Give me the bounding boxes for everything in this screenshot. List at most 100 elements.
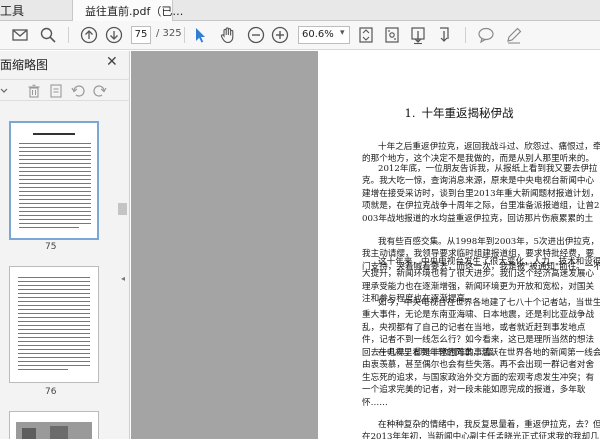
body-paragraph: 2012年底，一位朋友告诉我，从报纸上看到我又要去伊拉克。我大吃一惊，查询消息来…: [362, 164, 600, 224]
thumbnail-text-line: [19, 211, 91, 212]
extract-page-icon[interactable]: [408, 25, 428, 45]
email-icon[interactable]: [10, 25, 30, 45]
page-thumbnail-75[interactable]: [9, 121, 99, 240]
extract-page-icon[interactable]: [434, 25, 454, 45]
fit-page-icon[interactable]: [356, 25, 376, 45]
thumbnail-photo: [50, 426, 68, 439]
body-paragraph: 在种种复杂的情绪中，我反复思量着，重返伊拉克，去？但在2013年年初，当新闻中心…: [362, 420, 600, 439]
rotate-left-icon[interactable]: [70, 83, 86, 99]
document-page: 1. 十年重返揭秘伊战 十年之后重返伊拉克，返回我战斗过、欣怨过、痛恨过，牵的那个…: [318, 51, 600, 439]
chapter-number: 1.: [404, 106, 416, 120]
close-icon[interactable]: ✕: [106, 54, 118, 70]
thumbnail-text-line: [18, 301, 90, 302]
thumbnail-text-line: [19, 171, 91, 172]
thumbnail-text-line: [19, 151, 91, 152]
thumbnail-text-line: [19, 227, 79, 228]
thumbnail-text-line: [18, 281, 90, 282]
toolbar-separator: [465, 27, 466, 43]
panel-toolbar: [0, 79, 130, 101]
thumbnail-text-line: [18, 357, 90, 358]
thumbnail-text-line: [18, 289, 90, 290]
chapter-title-text: 十年重返揭秘伊战: [421, 106, 514, 120]
thumbnail-panel: 面缩略图 ✕ 75 76 ◂: [0, 51, 130, 439]
chapter-title: 1. 十年重返揭秘伊战: [318, 105, 600, 121]
page-down-icon[interactable]: [104, 25, 124, 45]
thumbnail-text-line: [19, 195, 91, 196]
thumbnail-text-line: [19, 191, 91, 192]
thumbnail-text-line: [19, 159, 91, 160]
page-number-input[interactable]: 75: [131, 26, 151, 44]
comment-icon[interactable]: [476, 25, 496, 45]
thumbnail-text-line: [18, 345, 90, 346]
thumbnail-text-line: [19, 167, 91, 168]
panel-title: 面缩略图: [0, 58, 49, 72]
panel-scrollbar[interactable]: [118, 203, 127, 215]
thumbnail-text-line: [18, 333, 90, 334]
thumbnail-label: 76: [45, 387, 57, 397]
select-cursor-icon[interactable]: [190, 25, 210, 45]
thumbnail-text-line: [18, 293, 90, 294]
page-thumbnail-76[interactable]: [9, 266, 99, 383]
delete-icon[interactable]: [26, 83, 42, 99]
body-paragraph: 在电视里看到年轻的同事，活跃在世界各地的新闻第一线会由衷羡慕，甚至偶尔也会有些失…: [362, 348, 600, 408]
thumbnail-photo: [22, 428, 36, 439]
thumbnail-text-line: [18, 309, 90, 310]
page-up-icon[interactable]: [79, 25, 99, 45]
thumbnail-text-line: [18, 365, 90, 366]
collapse-panel-icon[interactable]: ◂: [121, 274, 125, 283]
zoom-in-icon[interactable]: [270, 25, 290, 45]
thumbnail-text-line: [19, 143, 91, 144]
chevron-down-icon: ▾: [340, 28, 345, 38]
page-thumbnail-77[interactable]: [9, 411, 99, 439]
thumbnail-text-line: [19, 175, 91, 176]
document-tab-label: 益往直前.pdf（已…: [85, 5, 184, 18]
thumbnail-text-line: [18, 305, 90, 306]
thumbnail-text-line: [19, 207, 91, 208]
thumbnail-text-line: [19, 155, 91, 156]
hand-icon[interactable]: [218, 25, 238, 45]
thumbnail-text-line: [18, 361, 90, 362]
thumbnail-text-line: [19, 187, 91, 188]
thumbnail-text-line: [18, 337, 90, 338]
thumbnail-text-line: [19, 223, 91, 224]
zoom-out-icon[interactable]: [246, 25, 266, 45]
thumbnail-text-line: [18, 277, 90, 278]
search-icon[interactable]: [38, 25, 58, 45]
thumbnail-text-line: [18, 321, 90, 322]
thumbnail-heading-line: [33, 133, 75, 135]
thumbnail-text-line: [19, 203, 91, 204]
thumbnail-label: 75: [45, 242, 57, 252]
thumbnail-text-line: [18, 329, 90, 330]
thumbnail-text-line: [18, 349, 90, 350]
rotate-right-icon[interactable]: [92, 83, 108, 99]
thumbnail-text-line: [18, 341, 90, 342]
toolbar: 75 / 325 60.6% ▾: [0, 21, 600, 50]
thumbnail-text-line: [18, 369, 68, 370]
toolbar-separator: [184, 27, 185, 43]
thumbnail-text-line: [18, 313, 90, 314]
thumbnail-text-line: [18, 325, 90, 326]
thumbnail-text-line: [19, 215, 91, 216]
thumbnail-text-line: [18, 297, 90, 298]
zoom-select[interactable]: 60.6% ▾: [298, 26, 350, 44]
thumbnail-text-line: [18, 317, 90, 318]
insert-page-icon[interactable]: [48, 83, 64, 99]
zoom-value: 60.6%: [302, 29, 334, 40]
pen-icon[interactable]: [504, 25, 524, 45]
tab-bar: 工具 益往直前.pdf（已…: [0, 0, 600, 21]
thumbnail-text-line: [19, 147, 91, 148]
page-total: / 325: [156, 28, 182, 39]
rotate-page-icon[interactable]: [382, 25, 402, 45]
thumbnail-text-line: [19, 219, 91, 220]
menu-tools[interactable]: 工具: [0, 2, 24, 19]
thumbnail-text-line: [19, 183, 91, 184]
thumbnail-text-line: [18, 353, 90, 354]
toolbar-separator: [68, 27, 69, 43]
thumbnail-text-line: [19, 163, 91, 164]
document-canvas[interactable]: 1. 十年重返揭秘伊战 十年之后重返伊拉克，返回我战斗过、欣怨过、痛恨过，牵的那个…: [131, 51, 600, 439]
thumbnail-text-line: [18, 285, 90, 286]
options-icon[interactable]: [0, 83, 16, 99]
thumbnail-text-line: [19, 179, 91, 180]
thumbnail-text-line: [19, 199, 91, 200]
document-tab[interactable]: 益往直前.pdf（已…: [72, 0, 183, 21]
